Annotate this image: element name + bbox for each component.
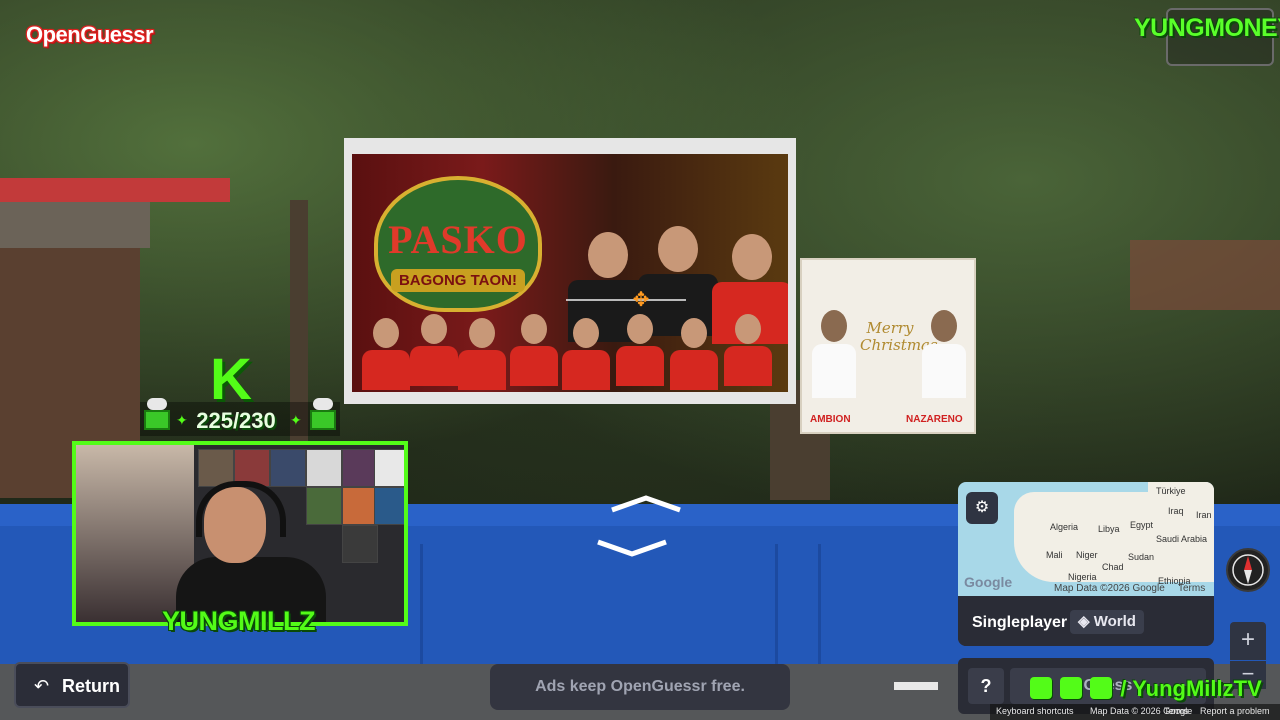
ad-banner: Ads keep OpenGuessr free. xyxy=(490,664,790,710)
sparkle-icon: ✦ xyxy=(290,412,302,428)
map-label: Niger xyxy=(1076,550,1098,560)
twitter-icon xyxy=(1060,677,1083,699)
billboard-person xyxy=(670,318,718,390)
return-label: Return xyxy=(62,676,120,696)
road-marking xyxy=(894,682,938,690)
pano-cursor-line xyxy=(566,299,686,301)
move-back-arrow-icon[interactable] xyxy=(594,538,670,557)
merry-christmas-billboard: Merry Christmas AMBION NAZARENO xyxy=(800,258,976,434)
map-label: Mali xyxy=(1046,550,1063,560)
sliders-icon[interactable]: ⚙ xyxy=(966,492,998,524)
tiktok-icon xyxy=(1090,677,1113,699)
red-roof xyxy=(0,178,230,202)
billboard-title: PASKO xyxy=(388,217,528,262)
billboard2-script: Merry Christmas xyxy=(860,319,938,354)
openguessr-logo[interactable]: OpenGuessr xyxy=(22,22,157,50)
mode-label: Singleplayer xyxy=(972,614,1068,631)
kick-logo: K xyxy=(210,347,252,412)
google-logo: Google xyxy=(964,574,1013,590)
map-label: Nigeria xyxy=(1068,572,1097,582)
move-cursor-icon: ✥ xyxy=(632,289,650,311)
billboard2-name-left: AMBION xyxy=(810,414,851,425)
region-label: World xyxy=(1093,613,1136,630)
billboard-subtitle: BAGONG TAON! xyxy=(390,269,526,292)
gift-icon xyxy=(310,398,336,430)
map-label: Iraq xyxy=(1168,506,1184,516)
streamer-name-top: YUNGMONEY xyxy=(1134,14,1280,42)
map-label: Algeria xyxy=(1050,522,1079,532)
billboard-person xyxy=(616,314,664,386)
billboard-person xyxy=(410,314,458,386)
billboard-person xyxy=(458,318,506,390)
map-label: Libya xyxy=(1098,524,1120,534)
sub-counter: 225/230 xyxy=(196,408,276,433)
map-label: Sudan xyxy=(1128,552,1155,562)
keyboard-shortcuts-link[interactable]: Keyboard shortcuts xyxy=(996,706,1074,716)
zoom-in-button[interactable]: + xyxy=(1230,622,1266,660)
twitch-icon xyxy=(1030,677,1052,699)
gift-icon xyxy=(144,398,170,430)
map-label: Chad xyxy=(1102,562,1124,572)
report-problem-link[interactable]: Report a problem xyxy=(1200,706,1270,716)
region-chip[interactable]: ◈ World xyxy=(1070,610,1144,634)
social-handle-overlay: / YungMillzTV xyxy=(1030,676,1262,702)
billboard2-name-right: NAZARENO xyxy=(906,414,963,425)
guess-map-widget[interactable]: Türkiye Iraq Iran Algeria Libya Egypt Sa… xyxy=(958,482,1214,646)
webcam-frame xyxy=(72,441,408,626)
map-label: Saudi Arabia xyxy=(1156,534,1208,544)
game-mode-row: Singleplayer ◈ World xyxy=(958,596,1214,646)
compass-icon[interactable] xyxy=(1226,548,1270,592)
return-arrow-icon: ↶ xyxy=(34,676,50,696)
layers-icon: ◈ xyxy=(1078,613,1090,630)
grey-roof xyxy=(0,202,150,248)
billboard-person xyxy=(922,310,966,398)
move-forward-arrow-icon[interactable] xyxy=(608,494,684,513)
map-label: Egypt xyxy=(1130,520,1154,530)
map-label: Iran xyxy=(1196,510,1212,520)
footer-terms-link[interactable]: Terms xyxy=(1164,706,1189,716)
map-credits: Map Data ©2026 Google xyxy=(1054,583,1165,594)
house-right xyxy=(1130,240,1280,310)
billboard-person xyxy=(562,318,610,390)
pasko-badge: PASKO BAGONG TAON! xyxy=(374,176,542,312)
map-terms-link[interactable]: Terms xyxy=(1178,583,1205,594)
map-label: Türkiye xyxy=(1156,486,1186,496)
pasko-billboard: PASKO BAGONG TAON! xyxy=(344,138,796,404)
help-button[interactable]: ? xyxy=(968,668,1004,704)
sparkle-icon: ✦ xyxy=(176,412,188,428)
return-button[interactable]: ↶ Return xyxy=(14,662,130,708)
billboard-person xyxy=(362,318,410,390)
social-handle: / YungMillzTV xyxy=(1120,676,1262,701)
billboard-person xyxy=(812,310,856,398)
webcam-name: YUNGMILLZ xyxy=(162,606,315,636)
billboard-person xyxy=(724,314,772,386)
billboard-person xyxy=(510,314,558,386)
